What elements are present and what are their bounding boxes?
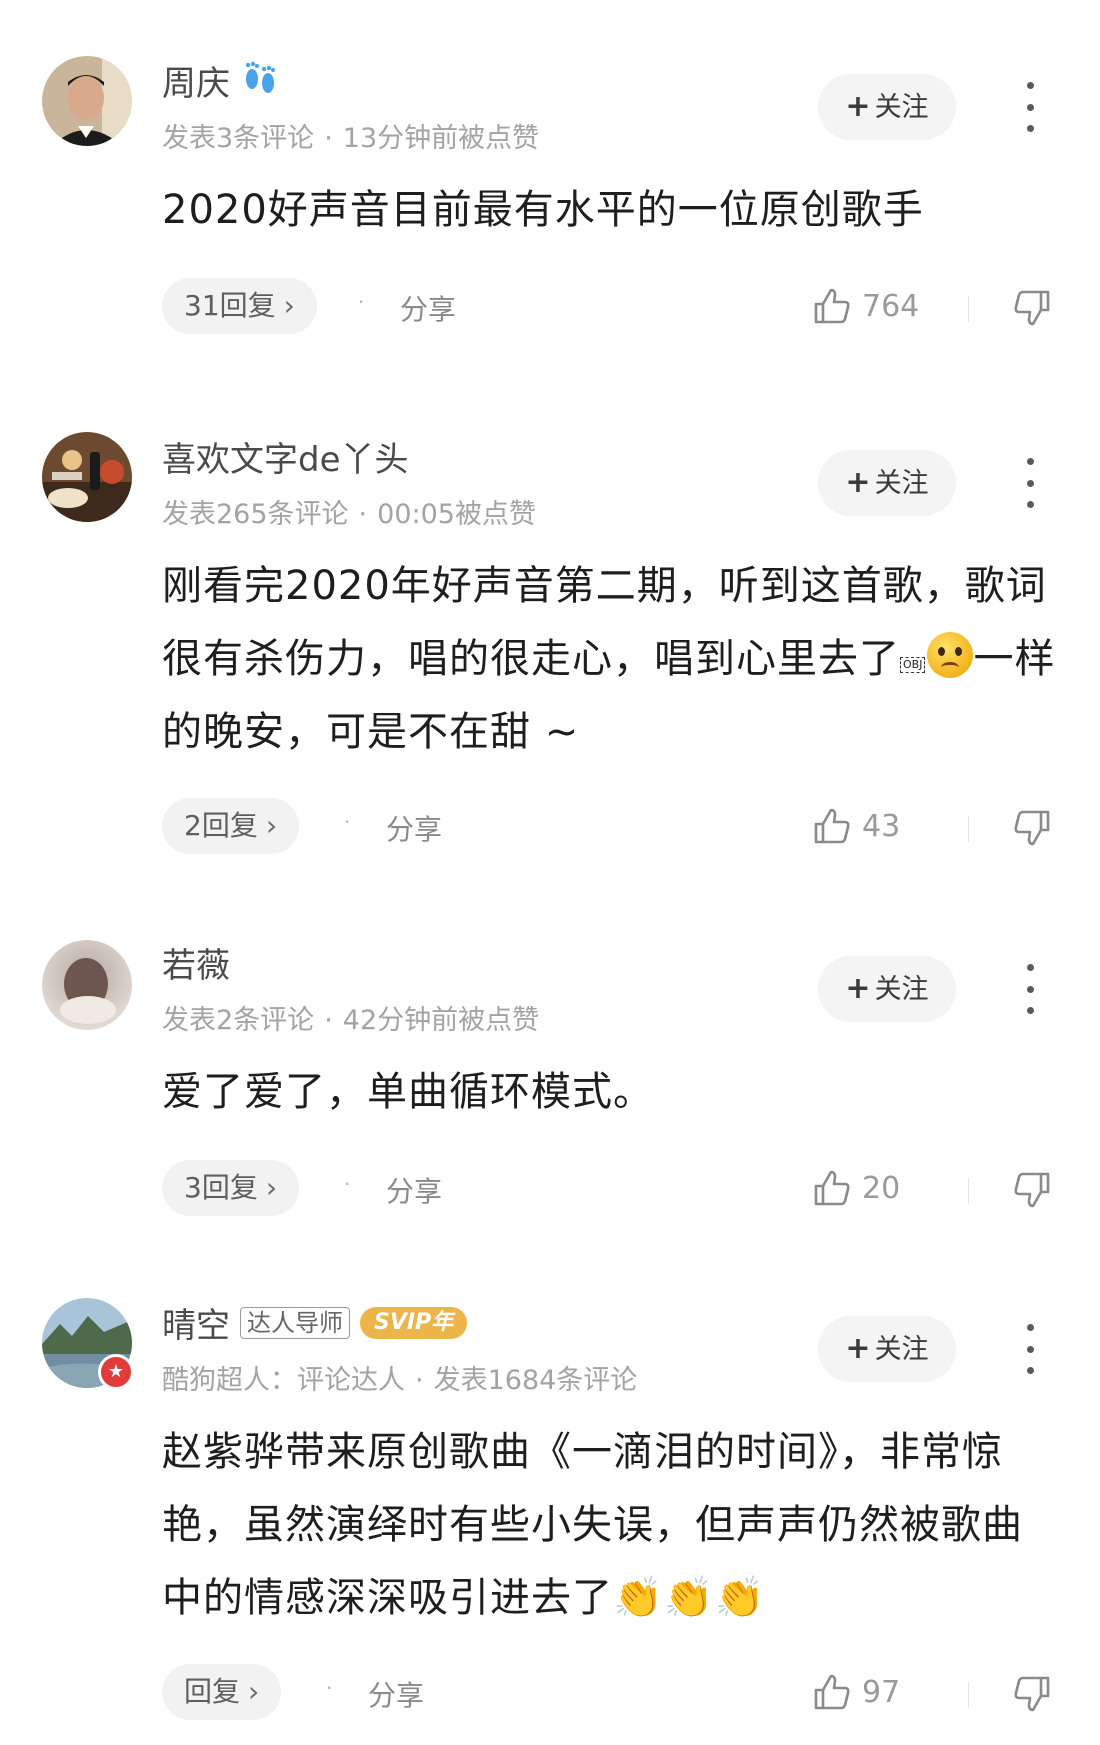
follow-button[interactable]: + 关注 — [818, 74, 956, 140]
like-button[interactable]: 97 — [812, 1672, 900, 1712]
username[interactable]: 若薇 — [162, 938, 230, 987]
name-row: 晴空 达人导师 SVIP年 — [162, 1298, 468, 1347]
more-options-icon[interactable] — [1018, 964, 1042, 1014]
share-button[interactable]: 分享 — [400, 288, 456, 328]
divider — [968, 296, 969, 322]
comment-count: 发表3条评论 — [162, 123, 315, 154]
follow-button[interactable]: + 关注 — [818, 1316, 956, 1382]
comment-meta: 发表265条评论 · 00:05被点赞 — [162, 499, 536, 530]
like-count: 43 — [862, 808, 901, 844]
separator-dot: · — [344, 1172, 351, 1196]
separator-dot: · — [344, 810, 351, 834]
like-button[interactable]: 764 — [812, 286, 919, 326]
comment-text: 刚看完2020年好声音第二期，听到这首歌，歌词很有杀伤力，唱的很走心，唱到心里去… — [162, 563, 1056, 755]
liked-time: 42分钟前被点赞 — [342, 1005, 540, 1036]
separator-dot: · — [358, 290, 365, 314]
follow-button[interactable]: + 关注 — [818, 450, 956, 516]
avatar[interactable] — [42, 432, 132, 522]
avatar[interactable] — [42, 940, 132, 1030]
share-button[interactable]: 分享 — [386, 808, 442, 848]
sad-face-emoji — [927, 632, 974, 678]
name-row: 周庆 — [162, 56, 280, 105]
reply-button[interactable]: 31回复 › — [162, 278, 317, 334]
comment-text: 爱了爱了，单曲循环模式。 — [162, 1069, 654, 1115]
chevron-right-icon: › — [248, 1675, 260, 1708]
name-row: 喜欢文字de丫头 — [162, 432, 409, 481]
liked-time: 00:05被点赞 — [377, 499, 536, 530]
comment-count: 发表265条评论 — [162, 499, 349, 530]
username[interactable]: 喜欢文字de丫头 — [162, 432, 409, 481]
reply-button[interactable]: 2回复 › — [162, 798, 300, 854]
divider — [968, 1682, 969, 1708]
comment-meta: 发表2条评论 · 42分钟前被点赞 — [162, 1005, 540, 1036]
chevron-right-icon: › — [283, 289, 295, 322]
like-count: 20 — [862, 1170, 901, 1206]
more-options-icon[interactable] — [1018, 458, 1042, 508]
more-options-icon[interactable] — [1018, 1324, 1042, 1374]
divider — [968, 816, 969, 842]
share-button[interactable]: 分享 — [386, 1170, 442, 1210]
like-count: 764 — [862, 288, 920, 324]
comment-text: 2020好声音目前最有水平的一位原创歌手 — [162, 187, 924, 233]
like-button[interactable]: 43 — [812, 806, 900, 846]
thumbs-up-icon — [814, 808, 850, 844]
follow-button[interactable]: + 关注 — [818, 956, 956, 1022]
mentor-badge: 达人导师 — [240, 1306, 350, 1339]
thumbs-down-icon[interactable] — [1012, 1170, 1052, 1214]
star-badge-icon: ★ — [98, 1354, 134, 1390]
thumbs-up-icon — [814, 1170, 850, 1206]
thumbs-up-icon — [814, 1674, 850, 1710]
comment-meta: 发表3条评论 · 13分钟前被点赞 — [162, 123, 540, 154]
liked-time: 13分钟前被点赞 — [342, 123, 540, 154]
name-row: 若薇 — [162, 938, 230, 987]
comment-count: 发表2条评论 — [162, 1005, 315, 1036]
comment-text: 赵紫骅带来原创歌曲《一滴泪的时间》，非常惊艳，虽然演绎时有些小失误，但声声仍然被… — [162, 1429, 1023, 1621]
clapping-hands-emoji: 👏👏👏 — [613, 1575, 766, 1621]
thumbs-down-icon[interactable] — [1012, 808, 1052, 852]
svip-badge: SVIP年 — [360, 1306, 468, 1339]
footprints-icon — [240, 59, 280, 103]
object-placeholder: OBJ — [900, 657, 926, 673]
comment-meta: 酷狗超人：评论达人 · 发表1684条评论 — [162, 1365, 638, 1396]
separator-dot: · — [326, 1676, 333, 1700]
comment-count: 发表1684条评论 — [433, 1365, 638, 1396]
thumbs-down-icon[interactable] — [1012, 1674, 1052, 1718]
more-options-icon[interactable] — [1018, 82, 1042, 132]
like-button[interactable]: 20 — [812, 1168, 900, 1208]
share-button[interactable]: 分享 — [368, 1674, 424, 1714]
thumbs-up-icon — [814, 288, 850, 324]
chevron-right-icon: › — [265, 809, 278, 842]
avatar[interactable]: ★ — [42, 1298, 134, 1390]
thumbs-down-icon[interactable] — [1012, 288, 1052, 332]
reply-button[interactable]: 回复 › — [162, 1664, 282, 1720]
reply-button[interactable]: 3回复 › — [162, 1160, 300, 1216]
username[interactable]: 周庆 — [162, 56, 230, 105]
user-title: 酷狗超人：评论达人 — [162, 1365, 405, 1396]
username[interactable]: 晴空 — [162, 1298, 230, 1347]
like-count: 97 — [862, 1674, 901, 1710]
chevron-right-icon: › — [265, 1171, 278, 1204]
divider — [968, 1178, 969, 1204]
avatar[interactable] — [42, 56, 132, 146]
